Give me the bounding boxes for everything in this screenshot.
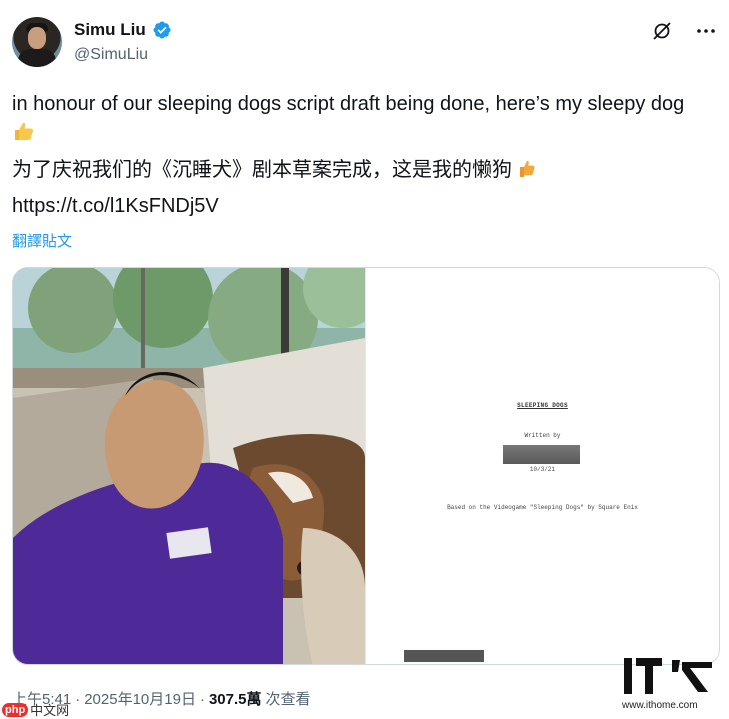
author-display-name[interactable]: Simu Liu — [74, 20, 146, 40]
verified-badge-icon — [153, 21, 171, 39]
script-date: 10/3/21 — [529, 466, 556, 473]
avatar-face — [28, 27, 46, 49]
redacted-footer-block — [404, 650, 484, 662]
php-watermark: php 中文网 — [2, 700, 69, 719]
script-title-page[interactable]: SLEEPING DOGS Written by 10/3/21 Based o… — [365, 268, 719, 664]
view-count[interactable]: 307.5萬 — [209, 688, 262, 709]
thumbs-up-icon — [15, 122, 33, 140]
grok-button[interactable] — [651, 20, 673, 42]
more-icon — [697, 29, 715, 33]
photo-illustration — [13, 268, 365, 664]
tweet-media[interactable]: SLEEPING DOGS Written by 10/3/21 Based o… — [12, 267, 720, 665]
meta-separator: · — [199, 691, 205, 708]
tweet-top-actions — [651, 20, 717, 42]
view-count-label: 次查看 — [265, 691, 311, 708]
tweet-date[interactable]: 2025年10月19日 — [84, 688, 196, 709]
php-watermark-text: 中文网 — [30, 703, 70, 718]
more-options-button[interactable] — [695, 20, 717, 42]
grok-icon — [653, 22, 671, 40]
redacted-author-block — [503, 445, 580, 464]
avatar-body — [18, 49, 56, 67]
author-name-row[interactable]: Simu Liu — [74, 20, 172, 40]
author-avatar[interactable] — [12, 17, 62, 67]
sleepy-dog-photo[interactable] — [13, 268, 365, 664]
tweet-text-zh: 为了庆祝我们的《沉睡犬》剧本草案完成，这是我的懒狗 — [12, 159, 512, 181]
script-written-by: Written by — [524, 432, 561, 439]
ithome-url: www.ithome.com — [622, 700, 698, 711]
tweet-body: in honour of our sleeping dogs script dr… — [12, 89, 712, 227]
script-based-on: Based on the Videogame "Sleeping Dogs" b… — [447, 504, 638, 511]
tweet-text-en: in honour of our sleeping dogs script dr… — [12, 93, 685, 115]
script-title: SLEEPING DOGS — [517, 402, 568, 409]
translate-post-link[interactable]: 翻譯貼文 — [12, 230, 72, 251]
meta-separator: · — [75, 691, 81, 708]
author-handle[interactable]: @SimuLiu — [74, 46, 148, 64]
tweet-link[interactable]: https://t.co/l1KsFNDj5V — [12, 191, 712, 221]
tweet-text-english: in honour of our sleeping dogs script dr… — [12, 89, 712, 149]
tweet-text-chinese: 为了庆祝我们的《沉睡犬》剧本草案完成，这是我的懒狗 — [12, 155, 712, 185]
thumbs-up-small-icon — [519, 160, 535, 177]
php-badge: php — [2, 702, 29, 717]
